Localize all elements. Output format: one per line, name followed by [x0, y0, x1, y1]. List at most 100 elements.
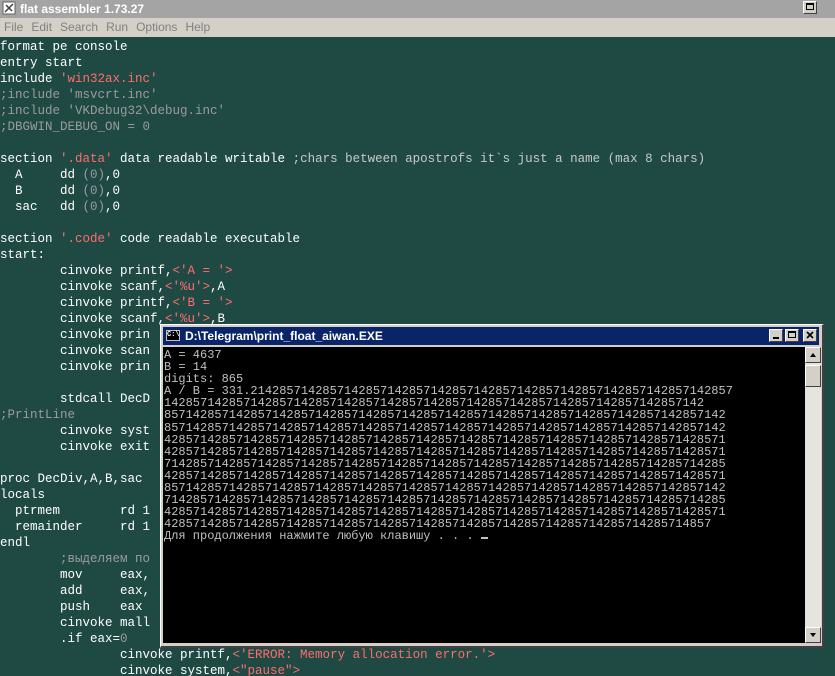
- code-token: <'A = '>: [172, 264, 233, 278]
- code-token: 'win32ax.inc': [60, 72, 158, 86]
- code-line: B dd (0),0: [0, 183, 705, 199]
- code-token: cinvoke mall: [0, 616, 151, 630]
- code-token: cinvoke exit: [0, 440, 151, 454]
- menu-help[interactable]: Help: [181, 18, 214, 34]
- main-titlebar[interactable]: flat assembler 1.73.27: [0, 0, 835, 18]
- code-token: cinvoke prin: [0, 360, 151, 374]
- code-token: ,A: [210, 280, 226, 294]
- code-token: endl: [0, 536, 31, 550]
- console-app-icon: C:\: [166, 330, 180, 341]
- code-line: cinvoke printf,<'A = '>: [0, 263, 705, 279]
- maximize-icon: [788, 331, 796, 338]
- console-line: A = 4637: [164, 349, 733, 361]
- code-token: data readable writable: [112, 152, 293, 166]
- close-icon: [806, 331, 814, 339]
- code-token: ;chars between apostrofs it`s just a nam…: [292, 152, 706, 166]
- scroll-up-button[interactable]: [805, 347, 821, 363]
- console-window[interactable]: C:\ D:\Telegram\print_float_aiwan.EXE A …: [160, 324, 824, 648]
- console-scrollbar[interactable]: [805, 347, 821, 643]
- console-window-title: D:\Telegram\print_float_aiwan.EXE: [185, 329, 383, 343]
- code-line: section '.code' code readable executable: [0, 231, 705, 247]
- code-token: push eax: [0, 600, 143, 614]
- code-line: ;include 'VKDebug32\debug.inc': [0, 103, 705, 119]
- code-token: cinvoke syst: [0, 424, 151, 438]
- code-line: ;include 'msvcrt.inc': [0, 87, 705, 103]
- code-token: <"pause">: [232, 664, 301, 676]
- code-token: (0): [82, 168, 106, 182]
- code-line: ;DBGWIN_DEBUG_ON = 0: [0, 119, 705, 135]
- menu-run[interactable]: Run: [102, 18, 132, 34]
- code-token: ,0: [105, 200, 121, 214]
- code-token: cinvoke scanf,: [0, 280, 166, 294]
- code-token: 0: [120, 632, 128, 646]
- menu-edit[interactable]: Edit: [27, 18, 56, 34]
- code-token: ;DBGWIN_DEBUG_ON = 0: [0, 120, 151, 134]
- code-line: cinvoke scanf,<'%u'>,A: [0, 279, 705, 295]
- code-token: cinvoke system,: [0, 664, 233, 676]
- code-token: ,0: [105, 168, 121, 182]
- maximize-button[interactable]: [803, 1, 817, 14]
- arrow-down-icon: [810, 633, 816, 637]
- console-titlebar[interactable]: C:\ D:\Telegram\print_float_aiwan.EXE: [163, 327, 819, 345]
- code-line: cinvoke system,<"pause">: [0, 663, 705, 676]
- console-maximize-button[interactable]: [785, 329, 799, 342]
- console-line: B = 14: [164, 361, 733, 373]
- maximize-icon: [806, 3, 814, 10]
- code-token: (0): [82, 184, 106, 198]
- code-token: cinvoke prin: [0, 328, 151, 342]
- code-token: format pe console: [0, 40, 128, 54]
- menu-search[interactable]: Search: [56, 18, 102, 34]
- code-token: <'B = '>: [172, 296, 233, 310]
- code-token: B dd: [0, 184, 83, 198]
- code-line: sac dd (0),0: [0, 199, 705, 215]
- minimize-icon: [773, 337, 779, 339]
- code-line: cinvoke printf,<'ERROR: Memory allocatio…: [0, 647, 705, 663]
- code-token: cinvoke scan: [0, 344, 151, 358]
- console-text: A = 4637 B = 14 digits: 865 A / B = 331.214…: [164, 349, 733, 543]
- scroll-thumb[interactable]: [805, 365, 821, 387]
- code-line: format pe console: [0, 39, 705, 55]
- code-line: section '.data' data readable writable ;…: [0, 151, 705, 167]
- code-token: locals: [0, 488, 46, 502]
- text-cursor: [480, 537, 488, 540]
- code-token: <'ERROR: Memory allocation error.'>: [232, 648, 496, 662]
- menu-file[interactable]: File: [0, 18, 27, 34]
- code-token: proc DecDiv,A,B,sac: [0, 472, 143, 486]
- code-token: '.data': [60, 152, 113, 166]
- code-token: A dd: [0, 168, 83, 182]
- code-line: cinvoke printf,<'B = '>: [0, 295, 705, 311]
- code-token: start:: [0, 248, 46, 262]
- code-line: include 'win32ax.inc': [0, 71, 705, 87]
- code-token: remainder rd 1: [0, 520, 151, 534]
- code-token: cinvoke printf,: [0, 648, 233, 662]
- code-token: cinvoke printf,: [0, 264, 173, 278]
- code-token: entry start: [0, 56, 83, 70]
- scroll-down-button[interactable]: [805, 627, 821, 643]
- code-token: cinvoke printf,: [0, 296, 173, 310]
- code-token: stdcall DecD: [0, 392, 151, 406]
- window-title: flat assembler 1.73.27: [20, 2, 145, 16]
- code-token: ptrmem rd 1: [0, 504, 151, 518]
- code-token: ;выделяем по: [0, 552, 151, 566]
- code-line: A dd (0),0: [0, 167, 705, 183]
- code-token: mov eax,: [0, 568, 151, 582]
- code-token: '.code': [60, 232, 113, 246]
- fasm-app-icon: [2, 1, 16, 15]
- console-minimize-button[interactable]: [769, 329, 783, 342]
- code-token: add eax,: [0, 584, 151, 598]
- console-line: Для продолжения нажмите любую клавишу . …: [164, 530, 733, 542]
- code-line: start:: [0, 247, 705, 263]
- console-line-text: Для продолжения нажмите любую клавишу . …: [164, 529, 481, 544]
- code-token: <'%u'>: [165, 280, 211, 294]
- code-token: ;include 'VKDebug32\debug.inc': [0, 104, 226, 118]
- menu-bar: File Edit Search Run Options Help: [0, 18, 835, 37]
- menu-options[interactable]: Options: [132, 18, 181, 34]
- code-token: (0): [82, 200, 106, 214]
- console-output[interactable]: A = 4637 B = 14 digits: 865 A / B = 331.214…: [163, 347, 805, 643]
- code-token: ;PrintLine: [0, 408, 76, 422]
- code-token: section: [0, 152, 61, 166]
- code-token: section: [0, 232, 61, 246]
- console-close-button[interactable]: [803, 329, 817, 342]
